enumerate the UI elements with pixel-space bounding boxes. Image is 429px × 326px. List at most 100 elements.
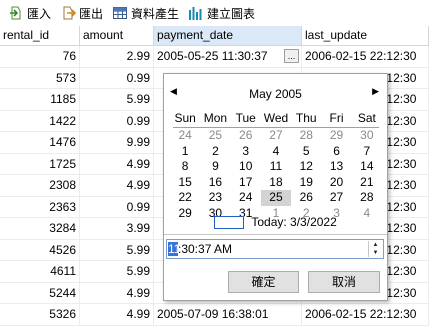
calendar-day[interactable]: 1 bbox=[170, 144, 200, 160]
rental-id-cell[interactable]: 573 bbox=[0, 67, 80, 88]
rental-id-cell[interactable]: 1185 bbox=[0, 89, 80, 110]
rental-id-cell[interactable]: 1725 bbox=[0, 153, 80, 174]
export-button[interactable]: 匯出 bbox=[56, 2, 107, 24]
calendar-day[interactable]: 3 bbox=[231, 144, 261, 160]
rental-id-cell[interactable]: 4526 bbox=[0, 239, 80, 260]
amount-cell[interactable]: 4.99 bbox=[80, 175, 154, 196]
column-header-rental-id[interactable]: rental_id bbox=[0, 26, 80, 45]
time-spinner[interactable]: ▲ ▼ bbox=[368, 241, 382, 257]
rental-id-cell[interactable]: 1422 bbox=[0, 110, 80, 131]
spin-up-icon[interactable]: ▲ bbox=[369, 241, 382, 249]
today-label: Today: 3/3/2022 bbox=[251, 215, 337, 229]
calendar-day[interactable]: 26 bbox=[231, 128, 261, 144]
amount-cell[interactable]: 5.99 bbox=[80, 89, 154, 110]
calendar-day[interactable]: 30 bbox=[352, 128, 382, 144]
open-date-picker-button[interactable]: ... bbox=[284, 49, 299, 63]
column-header-payment-date[interactable]: payment_date bbox=[154, 26, 302, 45]
calendar-day[interactable]: 20 bbox=[321, 175, 351, 191]
date-picker-popup: ◀ May 2005 ▶ Sun Mon Tue Wed Thu Fri Sat 24 25 2… bbox=[163, 73, 388, 301]
rental-id-cell[interactable]: 76 bbox=[0, 46, 80, 67]
rental-id-cell[interactable]: 5244 bbox=[0, 282, 80, 303]
calendar-day[interactable]: 5 bbox=[291, 144, 321, 160]
rental-id-cell[interactable]: 2308 bbox=[0, 175, 80, 196]
amount-cell[interactable]: 2.99 bbox=[80, 46, 154, 67]
calendar-day[interactable]: 8 bbox=[170, 159, 200, 175]
import-button[interactable]: 匯入 bbox=[4, 2, 55, 24]
today-button[interactable]: Today: 3/3/2022 bbox=[164, 215, 387, 230]
table-generate-icon bbox=[113, 7, 128, 19]
last-update-cell[interactable]: 2006-02-15 22:12:30 bbox=[302, 46, 429, 67]
amount-cell[interactable]: 4.99 bbox=[80, 282, 154, 303]
toolbar: 匯入 匯出 資料產生 建立圖表 bbox=[0, 0, 429, 26]
payment-date-cell[interactable]: 2005-05-25 11:30:37... bbox=[154, 46, 302, 67]
calendar-day[interactable]: 26 bbox=[291, 190, 321, 206]
last-update-cell[interactable]: 2006-02-15 22:12:30 bbox=[302, 304, 429, 325]
amount-cell[interactable]: 0.99 bbox=[80, 110, 154, 131]
calendar-day[interactable]: 23 bbox=[200, 190, 230, 206]
calendar-day[interactable]: 7 bbox=[352, 144, 382, 160]
create-chart-button[interactable]: 建立圖表 bbox=[184, 2, 259, 24]
calendar-day[interactable]: 24 bbox=[170, 128, 200, 144]
calendar-day[interactable]: 19 bbox=[291, 175, 321, 191]
amount-cell[interactable]: 0.99 bbox=[80, 196, 154, 217]
calendar-day[interactable]: 22 bbox=[170, 190, 200, 206]
calendar-day[interactable]: 6 bbox=[321, 144, 351, 160]
calendar-week: 1234567 bbox=[170, 144, 382, 160]
time-input[interactable]: 11 :30:37 AM ▲ ▼ bbox=[166, 239, 384, 259]
bar-chart-icon bbox=[189, 7, 202, 20]
rental-id-cell[interactable]: 5326 bbox=[0, 304, 80, 325]
calendar-day[interactable]: 28 bbox=[291, 128, 321, 144]
amount-cell[interactable]: 5.99 bbox=[80, 261, 154, 282]
ok-button[interactable]: 確定 bbox=[228, 271, 299, 293]
divider bbox=[164, 234, 387, 235]
rental-id-cell[interactable]: 2363 bbox=[0, 196, 80, 217]
amount-cell[interactable]: 3.99 bbox=[80, 218, 154, 239]
calendar-day[interactable]: 27 bbox=[321, 190, 351, 206]
calendar-day[interactable]: 2 bbox=[200, 144, 230, 160]
calendar-day[interactable]: 11 bbox=[261, 159, 291, 175]
cancel-button[interactable]: 取消 bbox=[308, 271, 380, 293]
column-header-last-update[interactable]: last_update bbox=[302, 26, 429, 45]
payment-date-cell[interactable]: 2005-07-09 16:38:01 bbox=[154, 304, 302, 325]
calendar-day[interactable]: 12 bbox=[291, 159, 321, 175]
next-month-icon[interactable]: ▶ bbox=[372, 86, 379, 97]
calendar-day[interactable]: 28 bbox=[352, 190, 382, 206]
calendar-day[interactable]: 14 bbox=[352, 159, 382, 175]
calendar-day[interactable]: 17 bbox=[231, 175, 261, 191]
calendar-day[interactable]: 9 bbox=[200, 159, 230, 175]
calendar-day[interactable]: 21 bbox=[352, 175, 382, 191]
rental-id-cell[interactable]: 4611 bbox=[0, 261, 80, 282]
amount-cell[interactable]: 5.99 bbox=[80, 239, 154, 260]
calendar-day[interactable]: 15 bbox=[170, 175, 200, 191]
calendar-day[interactable]: 16 bbox=[200, 175, 230, 191]
export-label: 匯出 bbox=[79, 6, 104, 21]
weekday-label: Sun bbox=[174, 111, 196, 125]
calendar-day[interactable]: 13 bbox=[321, 159, 351, 175]
month-label[interactable]: May 2005 bbox=[164, 87, 387, 101]
export-icon bbox=[63, 6, 77, 20]
amount-cell[interactable]: 9.99 bbox=[80, 132, 154, 153]
amount-cell[interactable]: 0.99 bbox=[80, 67, 154, 88]
rental-id-cell[interactable]: 1476 bbox=[0, 132, 80, 153]
time-hour-selection[interactable]: 11 bbox=[168, 242, 180, 256]
calendar-day-selected[interactable]: 25 bbox=[260, 190, 292, 206]
spin-down-icon[interactable]: ▼ bbox=[369, 249, 382, 257]
rental-id-cell[interactable]: 3284 bbox=[0, 218, 80, 239]
calendar-day[interactable]: 25 bbox=[200, 128, 230, 144]
table-row[interactable]: 76 2.99 2005-05-25 11:30:37... 2006-02-15 2… bbox=[0, 46, 429, 68]
calendar-day[interactable]: 10 bbox=[231, 159, 261, 175]
calendar-day[interactable]: 27 bbox=[261, 128, 291, 144]
amount-cell[interactable]: 4.99 bbox=[80, 153, 154, 174]
amount-cell[interactable]: 4.99 bbox=[80, 304, 154, 325]
calendar-day[interactable]: 18 bbox=[261, 175, 291, 191]
grid-header: rental_id amount payment_date last_updat… bbox=[0, 26, 429, 46]
today-marker-icon bbox=[214, 216, 245, 230]
calendar-header: ◀ May 2005 ▶ bbox=[164, 84, 387, 104]
calendar-day[interactable]: 29 bbox=[321, 128, 351, 144]
import-label: 匯入 bbox=[27, 6, 52, 21]
column-header-amount[interactable]: amount bbox=[80, 26, 154, 45]
calendar-day[interactable]: 4 bbox=[261, 144, 291, 160]
table-row[interactable]: 5326 4.99 2005-07-09 16:38:01 2006-02-15 22… bbox=[0, 304, 429, 326]
calendar-day[interactable]: 24 bbox=[231, 190, 261, 206]
generate-data-button[interactable]: 資料產生 bbox=[108, 2, 183, 24]
